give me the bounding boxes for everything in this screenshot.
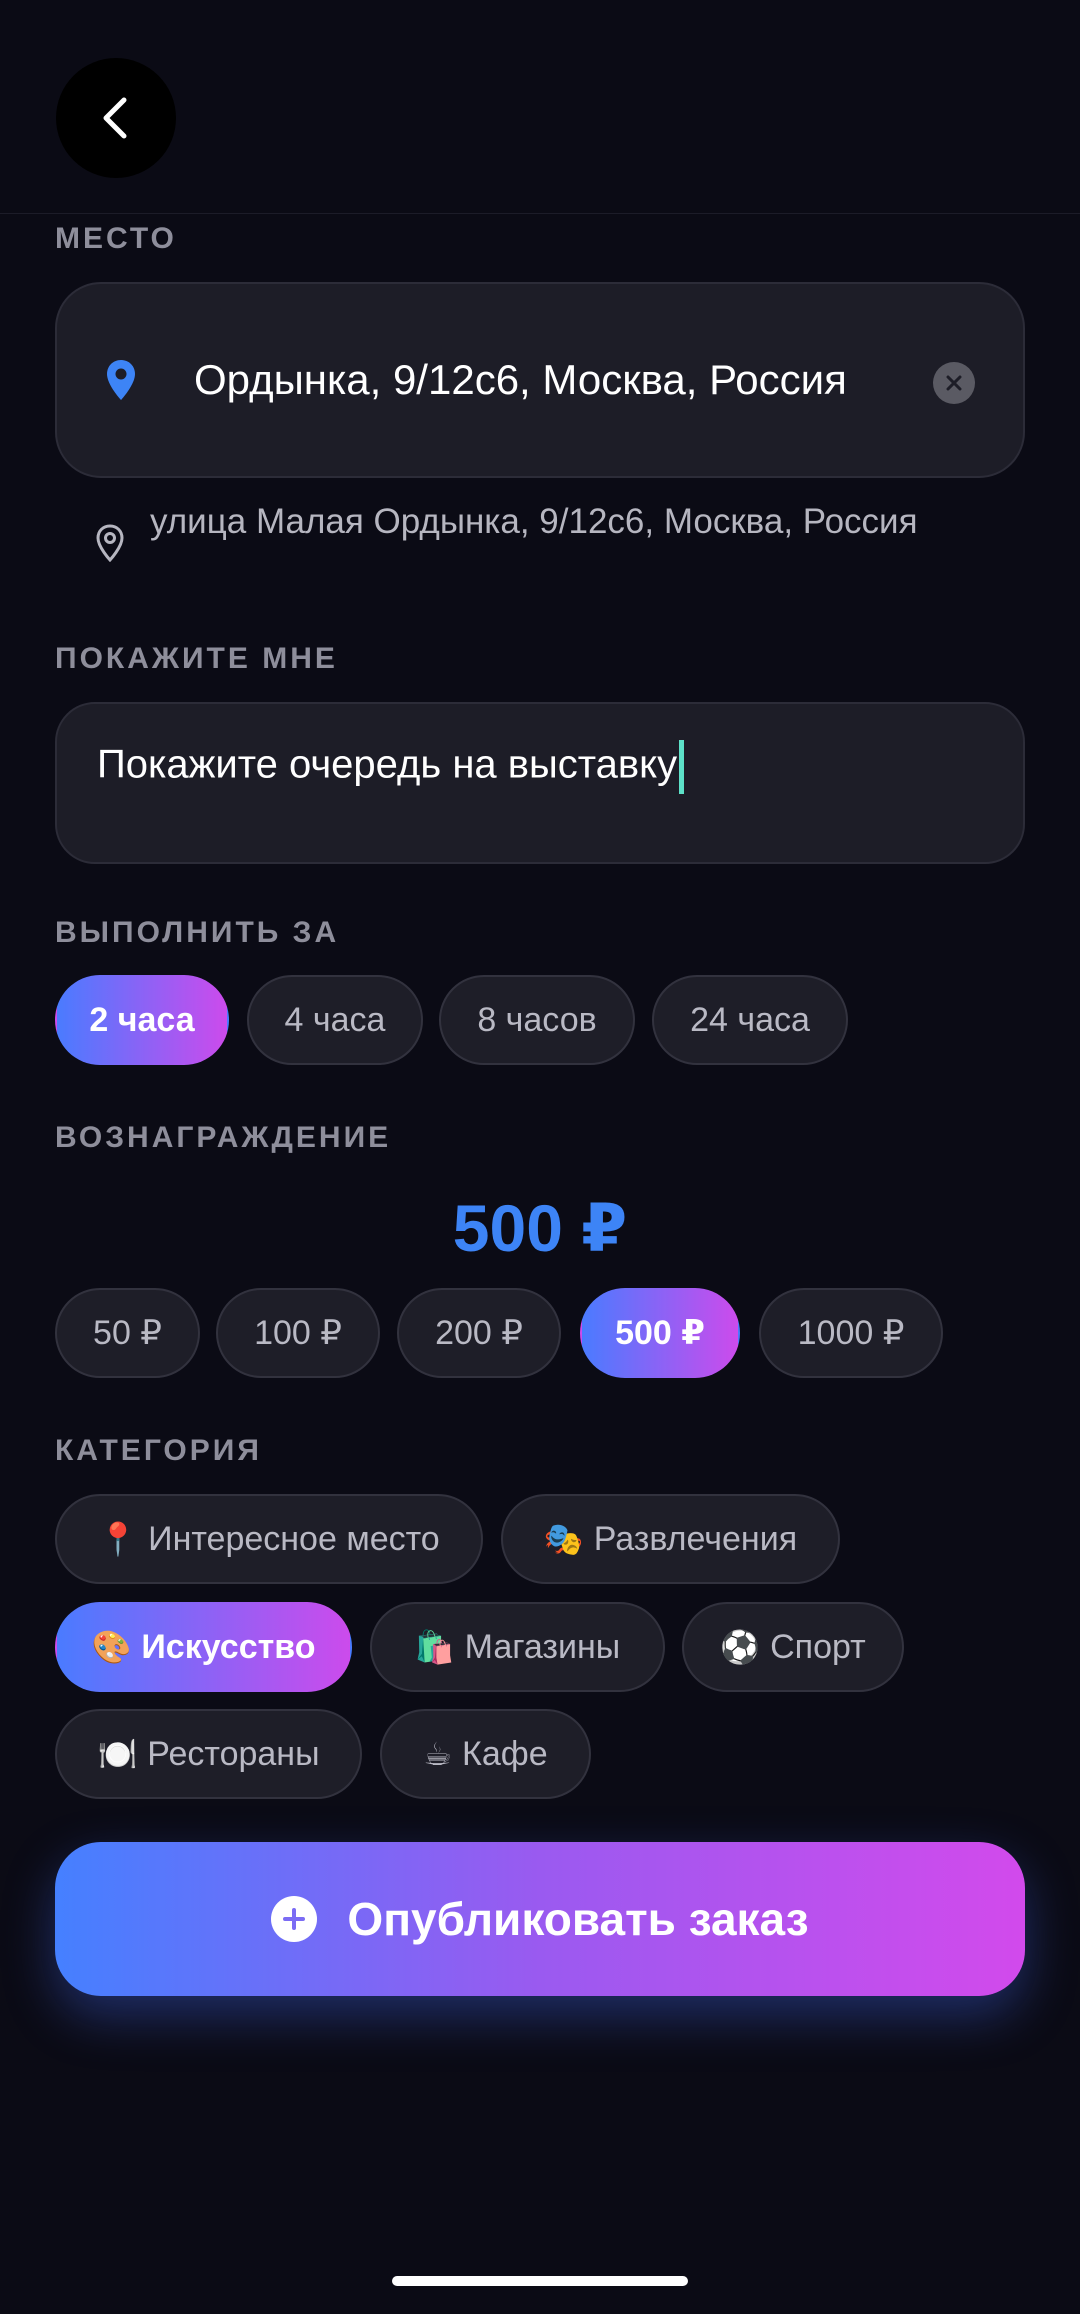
category-chip-entertainment[interactable]: 🎭 Развлечения <box>501 1494 840 1584</box>
map-pin-icon <box>107 360 135 400</box>
publish-order-label: Опубликовать заказ <box>347 1893 809 1945</box>
place-section-label: МЕСТО <box>55 222 177 255</box>
reward-amount: 500 ₽ <box>452 1191 628 1265</box>
create-order-screen: МЕСТО Ордынка, 9/12с6, Москва, Россия ул… <box>0 0 1080 2314</box>
reward-chip-100[interactable]: 100 ₽ <box>216 1288 380 1378</box>
suggestion-text: улица Малая Ордынка, 9/12с6, Москва, Рос… <box>150 502 918 541</box>
top-bar <box>0 0 1080 214</box>
task-description-input[interactable]: Покажите очередь на выставку <box>55 702 1025 864</box>
deadline-section-label: ВЫПОЛНИТЬ ЗА <box>55 916 340 949</box>
place-input-value: Ордынка, 9/12с6, Москва, Россия <box>194 356 847 403</box>
category-label: Интересное место <box>148 1519 440 1558</box>
place-input[interactable]: Ордынка, 9/12с6, Москва, Россия <box>55 282 1025 478</box>
category-label: Спорт <box>770 1627 866 1666</box>
category-label: Развлечения <box>593 1519 798 1558</box>
chevron-left-icon <box>103 97 127 139</box>
fork-knife-plate-icon: 🍽️ <box>97 1736 138 1772</box>
deadline-chip-4h[interactable]: 4 часа <box>247 975 423 1065</box>
category-chip-interesting-place[interactable]: 📍 Интересное место <box>55 1494 483 1584</box>
theater-masks-icon: 🎭 <box>543 1521 584 1557</box>
plus-circle-icon <box>271 1896 318 1942</box>
pin-emoji-icon: 📍 <box>98 1521 139 1557</box>
task-description-text: Покажите очередь на выставку <box>97 742 678 787</box>
reward-chip-50[interactable]: 50 ₽ <box>55 1288 200 1378</box>
deadline-chip-24h[interactable]: 24 часа <box>652 975 848 1065</box>
plus-icon <box>283 1908 306 1930</box>
shopping-bags-icon: 🛍️ <box>414 1629 455 1665</box>
reward-chip-200[interactable]: 200 ₽ <box>397 1288 561 1378</box>
category-label: Рестораны <box>147 1734 320 1773</box>
show-section-label: ПОКАЖИТЕ МНЕ <box>55 642 338 675</box>
category-label: Искусство <box>141 1627 316 1666</box>
task-description-value: Покажите очередь на выставку <box>97 740 685 794</box>
reward-chip-1000[interactable]: 1000 ₽ <box>759 1288 943 1378</box>
category-section-label: КАТЕГОРИЯ <box>55 1434 262 1467</box>
category-label: Магазины <box>464 1627 621 1666</box>
category-chip-cafe[interactable]: ☕ Кафе <box>380 1709 591 1799</box>
deadline-chip-2h[interactable]: 2 часа <box>55 975 229 1065</box>
publish-order-button[interactable]: Опубликовать заказ <box>55 1842 1025 1996</box>
back-button[interactable] <box>56 58 176 178</box>
reward-section-label: ВОЗНАГРАЖДЕНИЕ <box>55 1121 392 1154</box>
home-indicator[interactable] <box>392 2276 688 2286</box>
clear-place-button[interactable] <box>933 362 975 404</box>
category-chip-shops[interactable]: 🛍️ Магазины <box>370 1602 665 1692</box>
category-chip-restaurants[interactable]: 🍽️ Рестораны <box>55 1709 362 1799</box>
text-caret <box>679 740 685 794</box>
reward-chip-500[interactable]: 500 ₽ <box>580 1288 740 1378</box>
category-chip-sport[interactable]: ⚽ Спорт <box>682 1602 904 1692</box>
palette-icon: 🎨 <box>91 1629 132 1665</box>
location-outline-icon <box>96 524 124 562</box>
close-icon <box>946 375 962 391</box>
category-chip-art[interactable]: 🎨 Искусство <box>55 1602 352 1692</box>
coffee-cup-icon: ☕ <box>423 1736 453 1772</box>
deadline-chip-8h[interactable]: 8 часов <box>439 975 635 1065</box>
soccer-ball-icon: ⚽ <box>720 1629 761 1665</box>
category-label: Кафе <box>462 1734 548 1773</box>
